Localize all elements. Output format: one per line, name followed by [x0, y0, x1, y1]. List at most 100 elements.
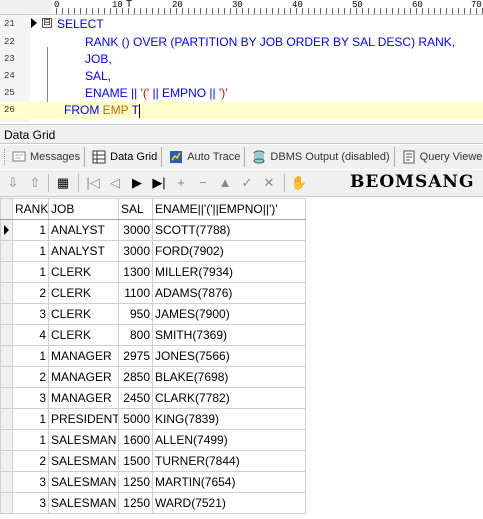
cell-sal[interactable]: 1500 [118, 450, 153, 472]
cell-job[interactable]: MANAGER [48, 345, 119, 367]
insert-record-icon[interactable]: + [172, 174, 190, 192]
hand-drag-icon[interactable]: ✋ [290, 174, 308, 192]
column-header-ename[interactable]: ENAME||'('||EMPNO||')' [152, 198, 306, 220]
tab-query-viewer[interactable]: Query Viewer [398, 147, 483, 167]
cell-ename[interactable]: BLAKE(7698) [152, 366, 306, 388]
cell-job[interactable]: CLERK [48, 303, 119, 325]
cell-rank[interactable]: 4 [12, 324, 49, 346]
cell-ename[interactable]: TURNER(7844) [152, 450, 306, 472]
table-row[interactable]: 1 CLERK 1300 MILLER(7934) [0, 261, 306, 283]
cell-rank[interactable]: 1 [12, 261, 49, 283]
table-row[interactable]: 3 CLERK 950 JAMES(7900) [0, 303, 306, 325]
table-row[interactable]: 2 MANAGER 2850 BLAKE(7698) [0, 366, 306, 388]
cell-rank[interactable]: 1 [12, 240, 49, 262]
next-record-icon[interactable]: ▶ [128, 174, 146, 192]
cell-sal[interactable]: 1100 [118, 282, 153, 304]
cell-job[interactable]: SALESMAN [48, 492, 119, 514]
row-indicator[interactable] [0, 366, 13, 388]
prior-record-icon[interactable]: ◁ [106, 174, 124, 192]
post-edit-icon[interactable]: ✓ [238, 174, 256, 192]
row-indicator[interactable] [0, 219, 13, 241]
editor-line[interactable]: 25 ENAME || '(' || EMPNO || ')' [0, 85, 483, 102]
cell-rank[interactable]: 2 [12, 366, 49, 388]
cell-job[interactable]: CLERK [48, 282, 119, 304]
cell-job[interactable]: CLERK [48, 324, 119, 346]
table-row[interactable]: 1 PRESIDENT 5000 KING(7839) [0, 408, 306, 430]
cell-sal[interactable]: 1250 [118, 471, 153, 493]
cell-ename[interactable]: ADAMS(7876) [152, 282, 306, 304]
column-header-sal[interactable]: SAL [118, 198, 153, 220]
cell-job[interactable]: ANALYST [48, 219, 119, 241]
export-up-icon[interactable]: ⇧ [26, 174, 44, 192]
first-record-icon[interactable]: |◁ [84, 174, 102, 192]
cell-sal[interactable]: 800 [118, 324, 153, 346]
tab-messages[interactable]: Messages [8, 147, 86, 167]
cell-sal[interactable]: 1600 [118, 429, 153, 451]
cell-ename[interactable]: MILLER(7934) [152, 261, 306, 283]
row-indicator[interactable] [0, 429, 13, 451]
row-indicator[interactable] [0, 303, 13, 325]
cell-sal[interactable]: 5000 [118, 408, 153, 430]
tab-dbms-output[interactable]: DBMS Output (disabled) [248, 147, 395, 167]
table-row[interactable]: 1 SALESMAN 1600 ALLEN(7499) [0, 429, 306, 451]
cell-rank[interactable]: 2 [12, 282, 49, 304]
column-header-job[interactable]: JOB [48, 198, 119, 220]
cell-sal[interactable]: 3000 [118, 219, 153, 241]
row-indicator[interactable] [0, 387, 13, 409]
row-indicator[interactable] [0, 261, 13, 283]
cell-rank[interactable]: 2 [12, 450, 49, 472]
cell-job[interactable]: SALESMAN [48, 450, 119, 472]
row-indicator[interactable] [0, 345, 13, 367]
table-row[interactable]: 4 CLERK 800 SMITH(7369) [0, 324, 306, 346]
cell-job[interactable]: ANALYST [48, 240, 119, 262]
cell-job[interactable]: PRESIDENT [48, 408, 119, 430]
editor-line-current[interactable]: 26 FROM EMP T [0, 102, 483, 119]
cell-ename[interactable]: ALLEN(7499) [152, 429, 306, 451]
column-header-rank[interactable]: RANK [12, 198, 49, 220]
row-indicator[interactable] [0, 471, 13, 493]
editor-line[interactable]: 23 JOB, [0, 51, 483, 68]
results-grid[interactable]: RANK JOB SAL ENAME||'('||EMPNO||')' 1 ANA… [0, 198, 306, 514]
cell-ename[interactable]: MARTIN(7654) [152, 471, 306, 493]
cell-rank[interactable]: 3 [12, 303, 49, 325]
cell-ename[interactable]: SCOTT(7788) [152, 219, 306, 241]
row-indicator[interactable] [0, 450, 13, 472]
cell-job[interactable]: CLERK [48, 261, 119, 283]
cell-rank[interactable]: 3 [12, 492, 49, 514]
cell-sal[interactable]: 3000 [118, 240, 153, 262]
cell-ename[interactable]: KING(7839) [152, 408, 306, 430]
cell-rank[interactable]: 1 [12, 219, 49, 241]
last-record-icon[interactable]: ▶| [150, 174, 168, 192]
cell-job[interactable]: MANAGER [48, 366, 119, 388]
cell-sal[interactable]: 1300 [118, 261, 153, 283]
grid-options-icon[interactable]: ▦ [54, 174, 72, 192]
sql-editor[interactable]: ⊟ 21 SELECT 22 RANK () OVER (PARTITION B… [0, 15, 483, 122]
table-row[interactable]: 3 SALESMAN 1250 WARD(7521) [0, 492, 306, 514]
cell-sal[interactable]: 1250 [118, 492, 153, 514]
cell-rank[interactable]: 1 [12, 345, 49, 367]
table-row[interactable]: 3 SALESMAN 1250 MARTIN(7654) [0, 471, 306, 493]
cell-sal[interactable]: 2450 [118, 387, 153, 409]
cell-ename[interactable]: SMITH(7369) [152, 324, 306, 346]
row-indicator[interactable] [0, 492, 13, 514]
editor-line[interactable]: 21 SELECT [0, 16, 483, 33]
cell-rank[interactable]: 1 [12, 429, 49, 451]
tab-data-grid[interactable]: Data Grid [88, 147, 163, 167]
row-indicator[interactable] [0, 408, 13, 430]
row-indicator[interactable] [0, 240, 13, 262]
cell-rank[interactable]: 3 [12, 387, 49, 409]
editor-line[interactable]: 22 RANK () OVER (PARTITION BY JOB ORDER … [0, 34, 483, 51]
row-indicator[interactable] [0, 324, 13, 346]
cell-job[interactable]: MANAGER [48, 387, 119, 409]
editor-line[interactable]: 24 SAL, [0, 68, 483, 85]
table-row[interactable]: 2 SALESMAN 1500 TURNER(7844) [0, 450, 306, 472]
cell-job[interactable]: SALESMAN [48, 471, 119, 493]
cell-sal[interactable]: 950 [118, 303, 153, 325]
import-down-icon[interactable]: ⇩ [4, 174, 22, 192]
cell-ename[interactable]: JAMES(7900) [152, 303, 306, 325]
table-row[interactable]: 2 CLERK 1100 ADAMS(7876) [0, 282, 306, 304]
cell-ename[interactable]: JONES(7566) [152, 345, 306, 367]
cancel-edit-icon[interactable]: ✕ [260, 174, 278, 192]
tab-auto-trace[interactable]: Auto Trace [165, 147, 246, 167]
delete-record-icon[interactable]: − [194, 174, 212, 192]
